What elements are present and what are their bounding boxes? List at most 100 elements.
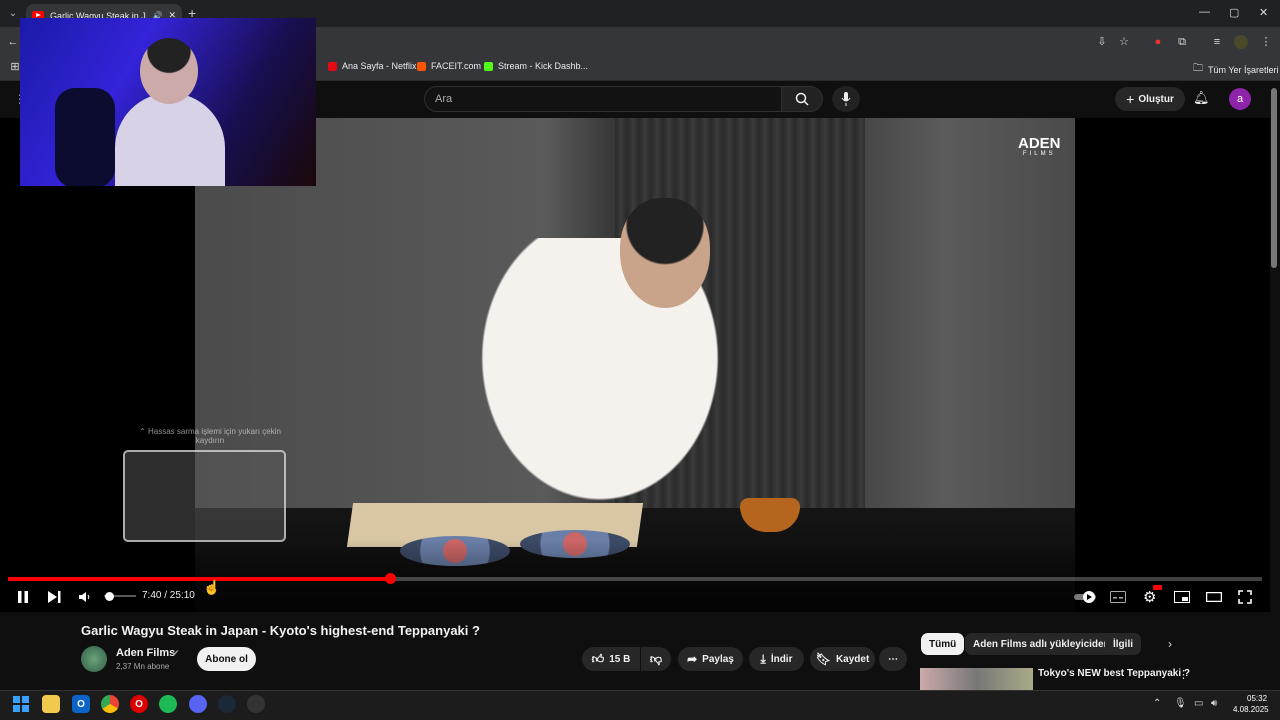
channel-watermark: ADEN FILMS [1018,136,1061,157]
download-button[interactable]: ⤓ İndir [749,647,804,671]
chef-head [620,198,710,308]
save-button[interactable]: 🔖︎ Kaydet [810,647,875,671]
theater-icon [1206,592,1222,602]
channel-name[interactable]: Aden Films [116,647,175,659]
autoplay-icon [1074,591,1096,603]
time-display: 7:40 / 25:10 [142,590,195,601]
subtitles-icon [1110,591,1126,603]
chip-related[interactable]: İlgili [1105,633,1141,655]
spotify-icon[interactable] [159,695,177,713]
theater-mode-button[interactable] [1206,589,1222,605]
thumbs-up-icon: 👍︎ [591,651,605,666]
download-icon: ⤓ [760,651,766,666]
file-explorer-icon[interactable] [42,695,60,713]
plus-icon: + [1126,91,1135,107]
more-actions-button[interactable]: ⋯ [879,647,907,671]
chef-figure [450,238,750,538]
clock-date[interactable]: 4.08.2025 [1233,705,1269,714]
next-button[interactable] [48,589,61,605]
more-horizontal-icon: ⋯ [888,653,898,665]
tray-overflow-chevron-icon[interactable]: ⌃ [1153,698,1161,709]
media-controls-icon[interactable]: ≡ [1210,35,1224,49]
pause-button[interactable] [17,589,29,605]
recommended-title[interactable]: Tokyo's NEW best Teppanyaki ? [1038,668,1190,679]
bookmark-label: Stream - Kick Dashb... [498,61,589,71]
faceit-icon [417,61,426,71]
share-button[interactable]: ➦ Paylaş [678,647,743,671]
video-frame[interactable] [195,118,1075,612]
hd-badge-icon [1153,585,1162,590]
recommended-more-icon[interactable]: ⋮ [1178,668,1189,681]
chip-all[interactable]: Tümü [921,633,965,655]
chrome-icon[interactable] [101,695,119,713]
opera-icon[interactable]: O [130,695,148,713]
chips-next-chevron-icon[interactable]: › [1168,637,1172,651]
webcam-overlay [20,18,316,186]
speaker-tray-icon[interactable]: 🔊︎ [1211,698,1217,709]
channel-avatar[interactable] [81,646,107,672]
bookmark-kick[interactable]: Stream - Kick Dashb... [484,61,588,71]
discord-icon[interactable] [189,695,207,713]
gaming-chair [55,88,115,186]
volume-knob[interactable] [105,592,114,601]
recommended-thumbnail[interactable] [920,668,1033,690]
progress-scrubber[interactable] [385,573,396,584]
create-button[interactable]: + Oluştur [1115,87,1185,111]
streamer-body [115,93,225,186]
close-window-icon[interactable]: ✕ [1259,6,1268,19]
browser-menu-icon[interactable]: ⋮ [1259,35,1273,49]
fullscreen-button[interactable] [1238,589,1252,605]
dislike-button[interactable]: 👎︎ [641,647,671,671]
bookmark-faceit[interactable]: FACEIT.com [417,61,481,71]
search-icon [795,92,809,106]
voice-search-button[interactable] [832,86,860,112]
microphone-icon [841,92,851,106]
extension-badge-icon[interactable]: ● [1151,35,1165,49]
all-bookmarks-label: Tüm Yer İşaretleri [1208,64,1279,75]
chip-from-uploader[interactable]: Aden Films adlı yükleyiciden [965,633,1118,655]
subtitles-button[interactable] [1110,589,1126,605]
subscribe-button[interactable]: Abone ol [197,647,256,671]
netflix-icon [328,61,337,71]
install-app-icon[interactable]: ⇩ [1095,35,1109,49]
bookmark-netflix[interactable]: Ana Sayfa - Netflix [328,61,417,71]
like-count: 15 B [609,653,631,665]
mouse-cursor-icon: ☝ [203,579,221,595]
like-button[interactable]: 👍︎ 15 B [582,647,640,671]
clock-time[interactable]: 05:32 [1247,694,1267,703]
all-bookmarks[interactable]: 🗀 Tüm Yer İşaretleri [1193,61,1279,78]
bookmark-label: FACEIT.com [431,61,482,71]
watermark-main: ADEN [1018,135,1061,152]
extensions-icon[interactable]: ⧉ [1175,35,1189,49]
seek-preview-thumbnail [123,450,286,542]
account-avatar[interactable]: a [1229,88,1251,110]
search-button[interactable] [781,86,823,112]
outlook-icon[interactable]: O [72,695,90,713]
search-input[interactable]: Ara [424,86,782,112]
steam-icon[interactable] [218,695,236,713]
profile-avatar-icon[interactable] [1234,35,1248,49]
bookmark-star-icon[interactable]: ☆ [1117,35,1131,49]
volume-button[interactable] [79,589,91,605]
microphone-tray-icon[interactable]: 🎙︎ [1174,698,1187,709]
app-icon[interactable] [247,695,265,713]
video-title: Garlic Wagyu Steak in Japan - Kyoto's hi… [81,623,480,638]
subscriber-count: 2,37 Mn abone [116,662,170,671]
kick-icon [484,61,493,71]
maximize-icon[interactable]: ▢ [1229,6,1239,19]
display-tray-icon[interactable]: ▭ [1194,698,1203,709]
windows-start-icon[interactable] [12,695,30,713]
miniplayer-button[interactable] [1174,589,1190,605]
create-label: Oluştur [1138,93,1174,105]
share-label: Paylaş [702,653,734,665]
minimize-icon[interactable]: — [1199,6,1210,18]
fullscreen-icon [1238,590,1252,604]
save-label: Kaydet [835,653,870,665]
back-icon[interactable]: ← [6,35,20,49]
folder-icon: 🗀 [1193,63,1203,74]
page-scrollbar[interactable] [1271,88,1277,268]
settings-button[interactable]: ⚙ [1143,585,1162,606]
autoplay-toggle[interactable] [1074,589,1098,605]
verified-check-icon: ✔ [172,648,180,658]
notifications-bell-icon[interactable]: 🔔︎ [1193,90,1210,106]
